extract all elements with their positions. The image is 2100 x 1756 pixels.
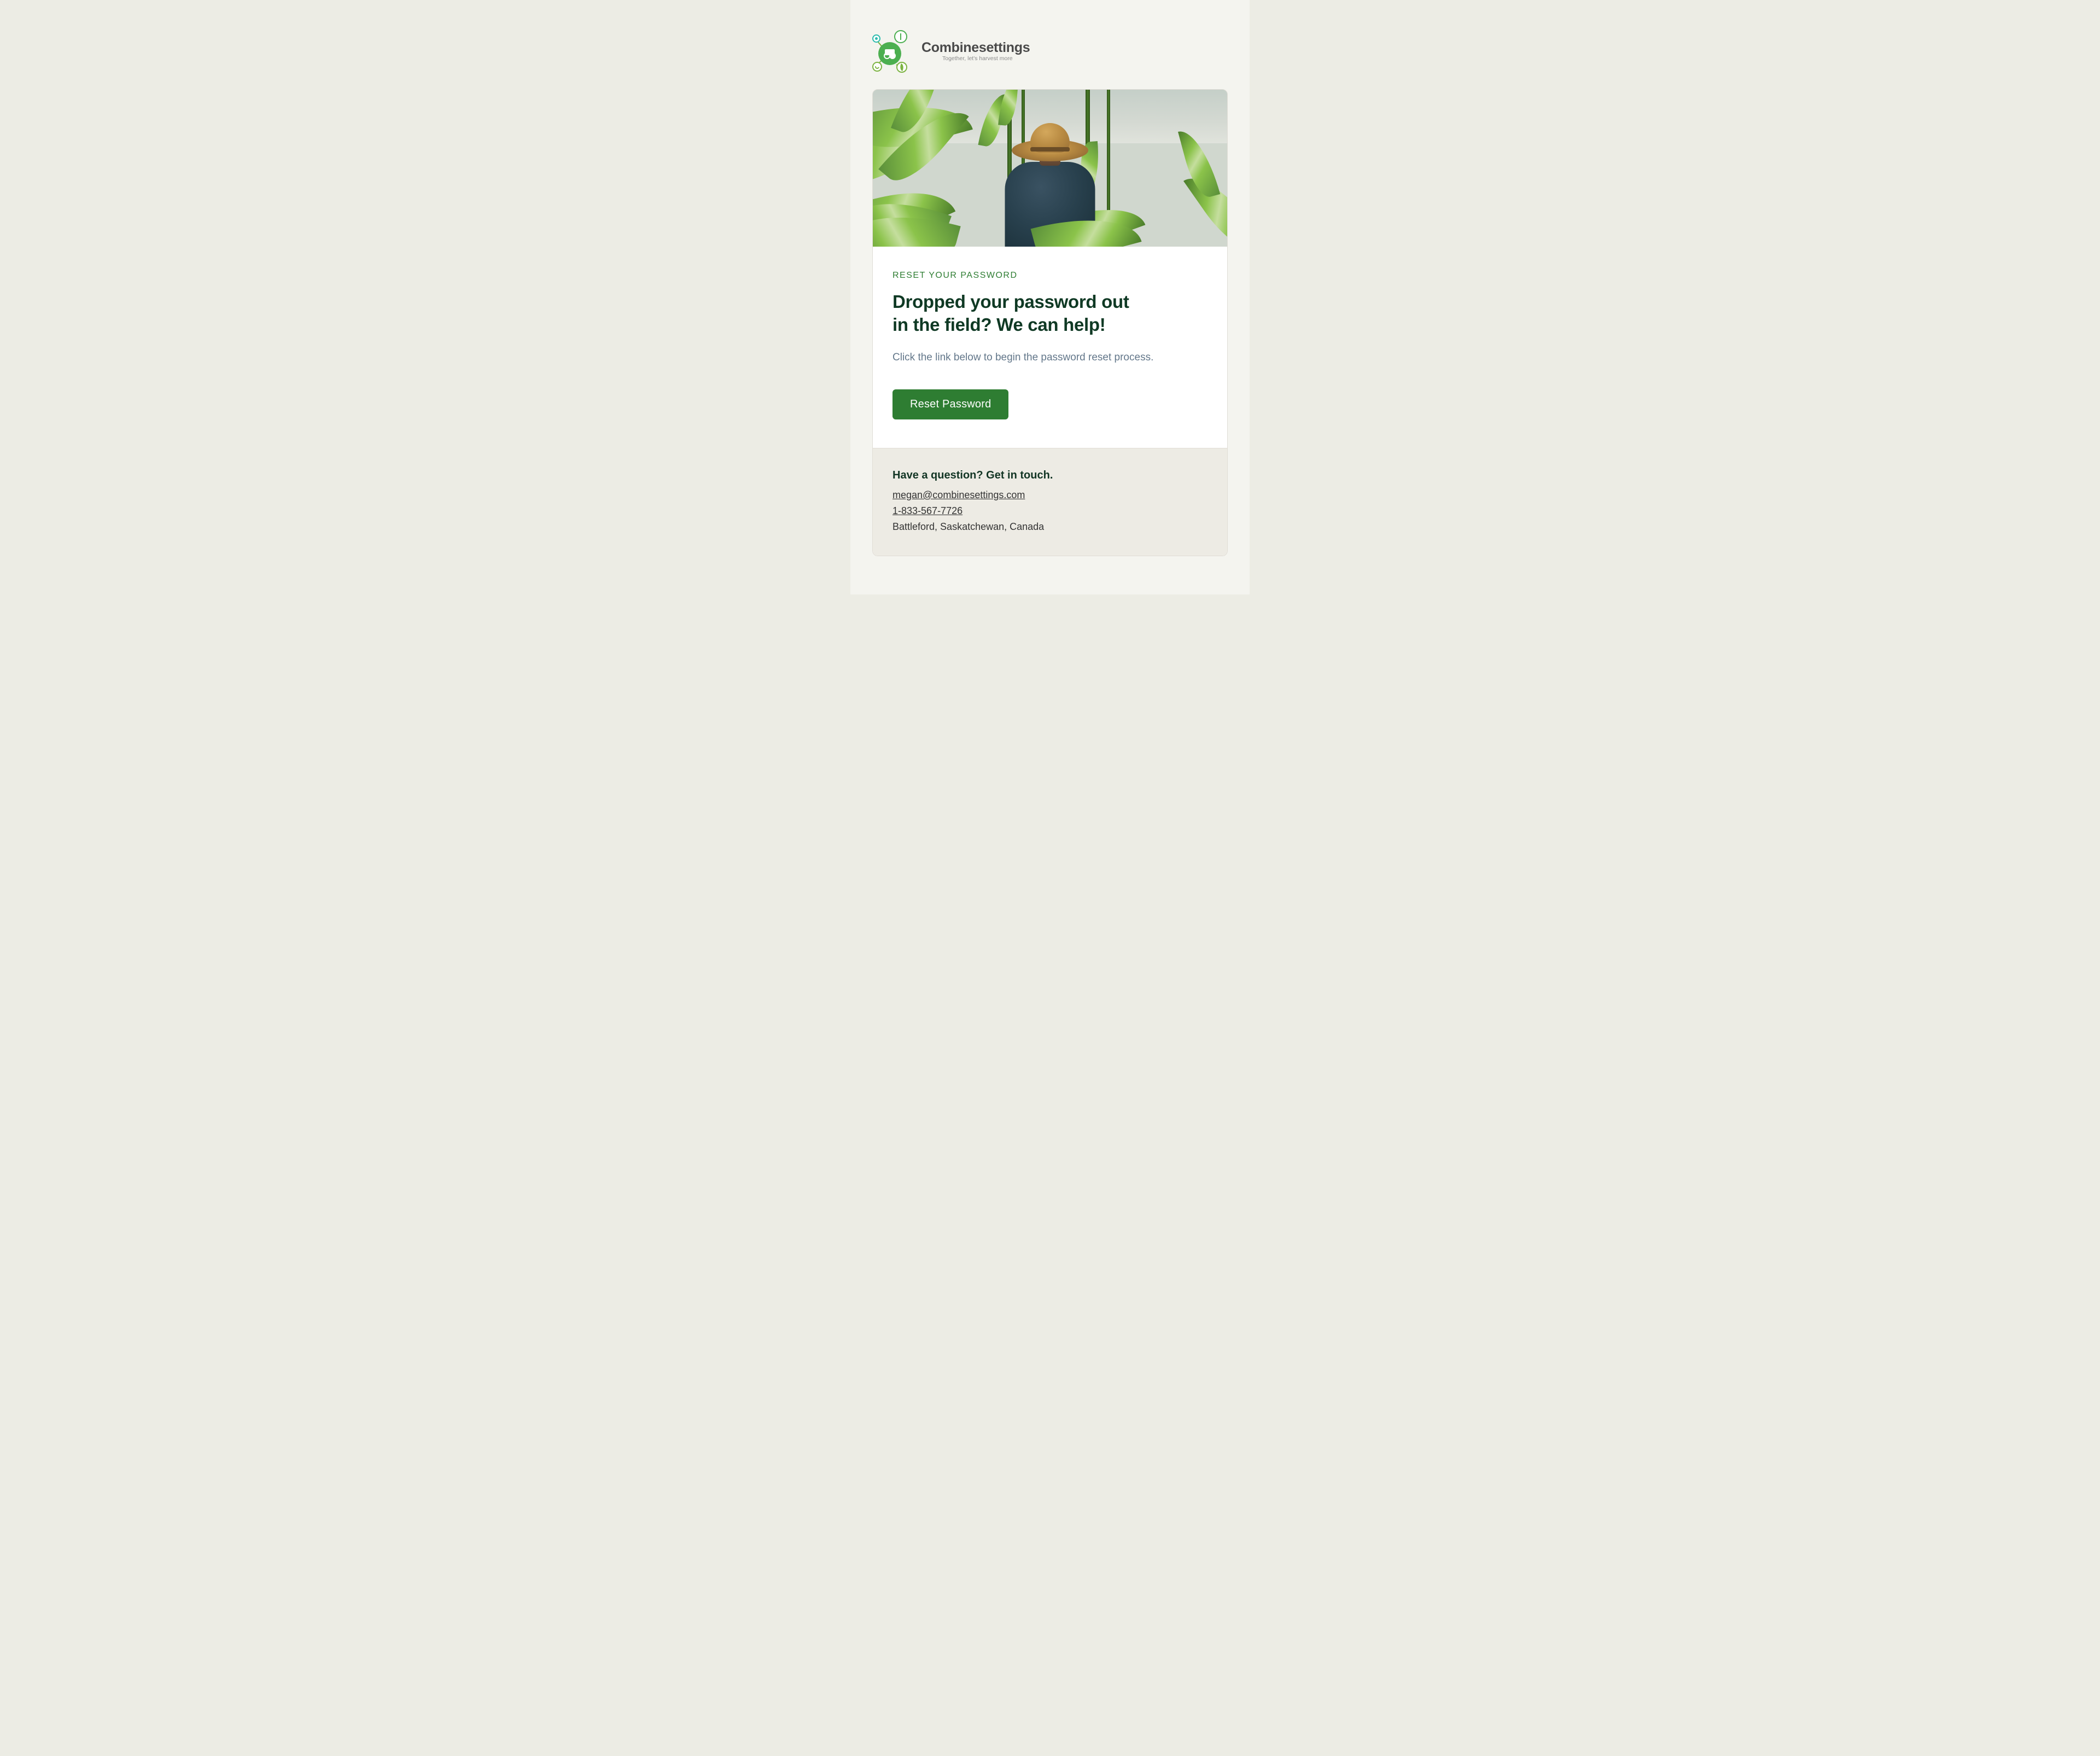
subtext: Click the link below to begin the passwo… <box>892 351 1208 365</box>
leaf-icon <box>899 63 905 71</box>
email-outer-container: Combinesettings Together, let's harvest … <box>718 0 1382 594</box>
wheat-icon <box>898 33 903 40</box>
eyebrow-label: RESET YOUR PASSWORD <box>892 271 1208 281</box>
main-card: RESET YOUR PASSWORD Dropped your passwor… <box>872 89 1228 556</box>
logo-section: Combinesettings Together, let's harvest … <box>872 30 1228 73</box>
reset-password-button[interactable]: Reset Password <box>892 389 1008 419</box>
card-footer: Have a question? Get in touch. megan@com… <box>873 448 1227 556</box>
card-content: RESET YOUR PASSWORD Dropped your passwor… <box>873 247 1227 448</box>
hero-image <box>873 90 1227 247</box>
logo-graphic <box>872 30 912 73</box>
logo-title: Combinesettings <box>921 40 1030 56</box>
main-heading: Dropped your password out in the field? … <box>892 290 1208 336</box>
hero-hat <box>1012 125 1088 166</box>
logo-main-circle <box>878 42 901 65</box>
logo-node-dot <box>872 34 880 43</box>
footer-heading: Have a question? Get in touch. <box>892 469 1208 482</box>
contact-phone-link[interactable]: 1-833-567-7726 <box>892 505 962 517</box>
logo-node-leaf <box>896 62 907 73</box>
logo-node-wheat <box>894 30 907 43</box>
contact-email-link[interactable]: megan@combinesettings.com <box>892 489 1025 501</box>
harvester-icon <box>883 48 897 59</box>
arc-icon <box>874 64 880 70</box>
email-container: Combinesettings Together, let's harvest … <box>850 0 1250 594</box>
heading-line-1: Dropped your password out <box>892 291 1129 312</box>
logo-tagline: Together, let's harvest more <box>921 56 1030 62</box>
heading-line-2: in the field? We can help! <box>892 314 1105 335</box>
logo-text-wrapper: Combinesettings Together, let's harvest … <box>921 40 1030 62</box>
dot-icon <box>875 37 878 40</box>
contact-address: Battleford, Saskatchewan, Canada <box>892 521 1208 533</box>
logo-node-arc <box>872 62 882 72</box>
